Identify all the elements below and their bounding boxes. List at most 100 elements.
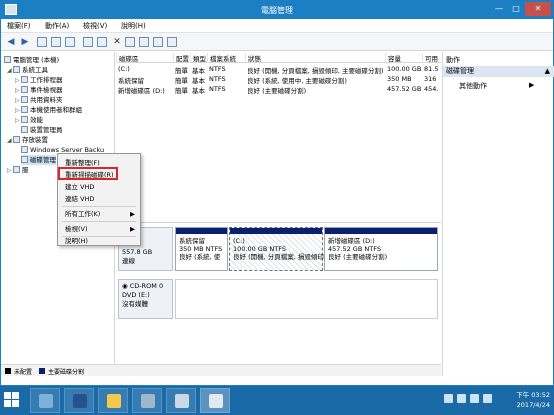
partition-bar xyxy=(325,228,437,234)
partition-c[interactable]: (C:) 100.00 GB NTFS 良好 (開機, 分頁檔案, 損毀傾印, … xyxy=(229,227,335,271)
tree-item-local-users[interactable]: ▷ 本機使用者和群組 xyxy=(15,105,82,115)
close-button[interactable]: ✕ xyxy=(525,2,551,16)
taskbar-file-explorer[interactable] xyxy=(98,388,128,413)
maximize-button[interactable]: □ xyxy=(508,2,524,16)
col-status[interactable]: 狀態 xyxy=(245,53,385,63)
start-button[interactable] xyxy=(4,392,20,408)
partition-bar xyxy=(176,228,227,234)
up-level-icon[interactable] xyxy=(37,37,47,47)
tray-volume-icon[interactable] xyxy=(470,394,479,403)
ctx-separator xyxy=(62,206,136,207)
legend-bar: 未配置 主要磁碟分割 xyxy=(1,364,441,376)
col-free[interactable]: 可用 xyxy=(422,53,441,63)
disk-management-icon xyxy=(21,156,28,163)
col-capacity[interactable]: 容量 xyxy=(385,53,422,63)
disk-icon[interactable] xyxy=(125,37,135,47)
tree-item-shared-folders[interactable]: ▷ 共用資料夾 xyxy=(15,95,63,105)
actions-pane: 動作 磁碟管理 ▲ 其他動作 ▶ xyxy=(442,52,554,376)
taskbar: 下午 03:52 2017/4/24 xyxy=(0,386,554,415)
ctx-create-vhd[interactable]: 建立 VHD xyxy=(58,181,140,193)
tree-root[interactable]: 電腦管理 (本機) xyxy=(4,55,59,65)
cdrom-0-area[interactable] xyxy=(175,279,438,319)
disk-layout-area: 磁碟 0 基本 557.8 GB 連線 系統保留 350 MB NTFS 良好 … xyxy=(116,222,441,364)
tray-network-icon[interactable] xyxy=(457,394,466,403)
control-panel-icon xyxy=(141,394,155,408)
collapse-up-icon[interactable]: ▲ xyxy=(545,66,550,77)
ctx-attach-vhd[interactable]: 連結 VHD xyxy=(58,193,140,205)
event-icon xyxy=(21,86,28,93)
legend-swatch-primary xyxy=(39,368,45,374)
title-bar: 電腦管理 — □ ✕ xyxy=(1,1,553,19)
col-layout[interactable]: 配置 xyxy=(173,53,190,63)
show-tree-icon[interactable] xyxy=(51,37,61,47)
forward-arrow-icon[interactable]: ▶ xyxy=(19,36,31,48)
tree-item-task-scheduler[interactable]: ▷ 工作排程器 xyxy=(15,75,63,85)
back-arrow-icon[interactable]: ◀ xyxy=(5,36,17,48)
col-type[interactable]: 類型 xyxy=(190,53,207,63)
taskbar-powershell[interactable] xyxy=(64,388,94,413)
services-icon xyxy=(13,166,20,173)
menu-action[interactable]: 動作(A) xyxy=(45,21,69,31)
cdrom-0-label[interactable]: ◉ CD-ROM 0 DVD (E:) 沒有媒體 xyxy=(118,279,173,319)
tree-item-storage[interactable]: ◢ 存放裝置 xyxy=(7,135,48,145)
performance-icon xyxy=(21,116,28,123)
ctx-all-tasks[interactable]: 所有工作(K) ▶ xyxy=(58,208,140,220)
col-filesystem[interactable]: 檔案系統 xyxy=(207,53,245,63)
menu-view[interactable]: 檢視(V) xyxy=(83,21,107,31)
tree-item-event-viewer[interactable]: ▷ 事件檢視器 xyxy=(15,85,63,95)
computer-management-window: 電腦管理 — □ ✕ 檔案(F) 動作(A) 檢視(V) 說明(H) ◀ ▶ ✕… xyxy=(0,0,554,386)
tray-keyboard-icon[interactable] xyxy=(483,394,492,403)
backup-icon xyxy=(21,146,28,153)
tree-item-disk-management[interactable]: 磁碟管理 xyxy=(21,155,56,165)
ctx-help[interactable]: 說明(H) xyxy=(58,235,140,247)
ctx-view[interactable]: 檢視(V) ▶ xyxy=(58,223,140,235)
legend-swatch-unallocated xyxy=(5,368,11,374)
volume-list-header: 磁碟區 配置 類型 檔案系統 狀態 容量 可用 xyxy=(116,52,441,63)
toolbar: ◀ ▶ ✕ xyxy=(1,33,553,51)
volume-row-system-reserved[interactable]: 系統保留 簡單 基本 NTFS 良好 (系統, 使用中, 主要磁碟分割) 350… xyxy=(116,74,441,85)
menu-bar: 檔案(F) 動作(A) 檢視(V) 說明(H) xyxy=(1,19,553,33)
computer-management-icon xyxy=(209,394,223,408)
submenu-arrow-icon: ▶ xyxy=(529,81,535,89)
taskbar-computer-management[interactable] xyxy=(200,388,230,413)
taskbar-clock[interactable]: 下午 03:52 2017/4/24 xyxy=(502,390,550,410)
taskbar-control-panel[interactable] xyxy=(132,388,162,413)
tray-flag-icon[interactable] xyxy=(444,394,453,403)
partition-system-reserved[interactable]: 系統保留 350 MB NTFS 良好 (系統, 使 xyxy=(175,227,228,271)
tree-item-system-tools[interactable]: ◢ 系統工具 xyxy=(7,65,48,75)
disk-management-pane: 磁碟區 配置 類型 檔案系統 狀態 容量 可用 (C:) 簡單 基本 NTFS … xyxy=(116,52,441,364)
actions-more-actions[interactable]: 其他動作 ▶ xyxy=(459,81,534,91)
volume-row-d[interactable]: 新增磁碟區 (D:) 簡單 基本 NTFS 良好 (主要磁碟分割) 457.52… xyxy=(116,84,441,95)
actions-section-disk-management[interactable]: 磁碟管理 ▲ xyxy=(443,66,554,77)
tree-item-device-manager[interactable]: 裝置管理員 xyxy=(21,125,63,135)
folder-icon xyxy=(107,394,121,408)
partition-d[interactable]: 新增磁碟區 (D:) 457.52 GB NTFS 良好 (主要磁碟分割) xyxy=(324,227,438,271)
cd-drive-icon: ◉ xyxy=(122,282,130,290)
menu-help[interactable]: 說明(H) xyxy=(121,21,146,31)
tree-item-services[interactable]: ▷ 服 xyxy=(7,165,29,175)
delete-icon[interactable]: ✕ xyxy=(111,36,123,48)
submenu-arrow-icon: ▶ xyxy=(130,225,135,233)
legend-label-primary: 主要磁碟分割 xyxy=(48,369,85,376)
device-icon xyxy=(21,126,28,133)
taskbar-app[interactable] xyxy=(166,388,196,413)
actions-header: 動作 xyxy=(446,56,460,64)
folder-icon xyxy=(21,96,28,103)
col-volume[interactable]: 磁碟區 xyxy=(116,53,173,63)
list-view-icon[interactable] xyxy=(65,37,75,47)
properties-icon[interactable] xyxy=(97,37,107,47)
minimize-button[interactable]: — xyxy=(491,2,507,16)
powershell-icon xyxy=(73,394,87,408)
help-icon[interactable] xyxy=(83,37,93,47)
window-title: 電腦管理 xyxy=(261,6,293,15)
tree-item-performance[interactable]: ▷ 效能 xyxy=(15,115,43,125)
volume-row-c[interactable]: (C:) 簡單 基本 NTFS 良好 (開機, 分頁檔案, 損毀傾印, 主要磁碟… xyxy=(116,64,441,75)
open-folder-icon[interactable] xyxy=(139,37,149,47)
taskbar-server-manager[interactable] xyxy=(30,388,60,413)
tools-icon xyxy=(13,66,20,73)
computer-icon xyxy=(4,56,11,63)
save-icon[interactable] xyxy=(153,37,163,47)
partition-bar xyxy=(230,228,322,234)
menu-file[interactable]: 檔案(F) xyxy=(7,21,31,31)
extra-toolbar-icon[interactable] xyxy=(167,37,177,47)
